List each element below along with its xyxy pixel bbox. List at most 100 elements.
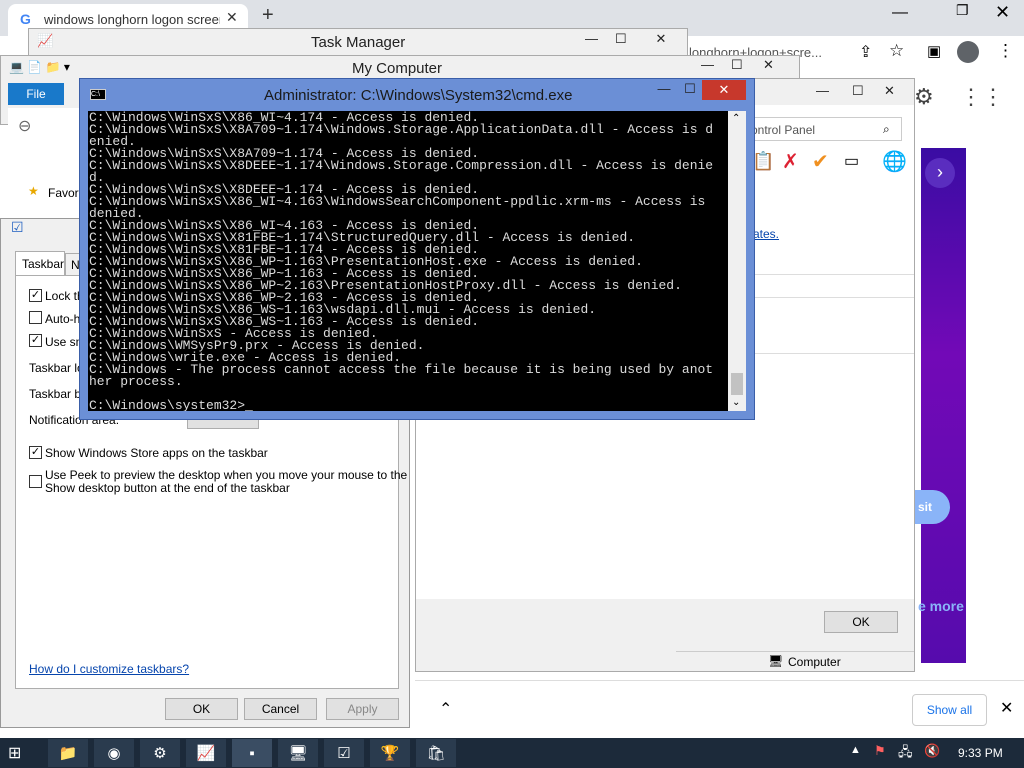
close-icon[interactable]: ✕ — [995, 2, 1010, 23]
mc-minimize-icon[interactable]: — — [701, 57, 714, 72]
computer-label: Computer — [788, 655, 841, 669]
star-icon: ★ — [28, 184, 39, 198]
minimize-icon[interactable]: — — [892, 4, 908, 22]
tm-minimize-icon[interactable]: — — [585, 31, 598, 46]
updates-link[interactable]: ates. — [753, 227, 779, 241]
tab-taskbar-label: Taskbar — [22, 257, 65, 271]
network-icon[interactable]: 🖧 — [898, 743, 913, 765]
apply-button[interactable]: Apply — [326, 698, 399, 720]
cmd-window: C:\ Administrator: C:\Windows\System32\c… — [79, 78, 755, 420]
auto-hide-checkbox[interactable] — [29, 311, 42, 324]
peek-label-line2: Show desktop button at the end of the ta… — [45, 481, 290, 495]
restore-icon[interactable]: ❐ — [956, 2, 969, 19]
cp-toolbar: 📋 ✗ ✔ ▭ 🌐 — [746, 149, 916, 179]
ok-label: OK — [192, 702, 211, 716]
system-tray: ▲ ⚑ 🖧 🔇 9:33 PM — [850, 742, 1024, 766]
visit-label: sit — [918, 500, 933, 514]
chrome-icon[interactable]: ◉ — [94, 739, 134, 767]
new-tab-button[interactable]: + — [262, 4, 274, 27]
store-apps-checkbox[interactable]: ✓ — [29, 446, 42, 459]
peek-label-line1: Use Peek to preview the desktop when you… — [45, 468, 408, 482]
dialog-check-icon: ☑ — [11, 219, 24, 235]
help-link[interactable]: How do I customize taskbars? — [29, 662, 189, 676]
cp-close-icon[interactable]: ✕ — [884, 83, 895, 99]
cmd-maximize-icon[interactable]: ☐ — [678, 81, 702, 97]
store-icon[interactable]: 🛍 — [416, 739, 456, 767]
cp-search-placeholder: ontrol Panel — [751, 123, 816, 137]
bookmark-star-icon[interactable]: ☆ — [889, 41, 904, 61]
back-icon[interactable]: ⊖ — [18, 116, 31, 136]
cmd-line: C:\Windows\WinSxS\X8DEEE~1.174\Windows.S… — [89, 158, 714, 173]
show-all-button[interactable]: Show all — [912, 694, 987, 726]
next-arrow-icon[interactable]: › — [925, 158, 955, 188]
chevron-up-icon[interactable]: ⌃ — [439, 699, 452, 719]
cmd-scrollbar[interactable]: ⌃ ⌄ — [728, 111, 746, 411]
cancel-button[interactable]: Cancel — [244, 698, 317, 720]
cmd-window-icon: C:\ — [90, 89, 106, 100]
scroll-down-icon[interactable]: ⌄ — [732, 397, 740, 408]
profile-avatar-icon[interactable] — [957, 41, 979, 63]
mc-close-icon[interactable]: ✕ — [763, 57, 774, 73]
scroll-up-icon[interactable]: ⌃ — [732, 113, 740, 124]
cmd-line: her process. — [89, 374, 183, 389]
globe-icon[interactable]: 🌐 — [882, 149, 907, 174]
clipboard-icon[interactable]: 📋 — [752, 151, 774, 172]
file-tab[interactable]: File — [8, 83, 64, 105]
task-manager-icon[interactable]: 📈 — [186, 739, 226, 767]
cmd-icon[interactable]: ▪ — [232, 739, 272, 767]
sidebar-icon[interactable]: ▣ — [927, 42, 941, 60]
share-icon[interactable]: ⇪ — [859, 42, 872, 62]
apply-label: Apply — [347, 702, 378, 716]
trophy-icon[interactable]: 🏆 — [370, 739, 410, 767]
favorites-label[interactable]: Favor — [48, 186, 79, 200]
show-all-label: Show all — [926, 703, 973, 717]
tab-title: windows longhorn logon screen — [44, 12, 220, 27]
checklist-icon[interactable]: ☑ — [324, 739, 364, 767]
visit-button[interactable]: sit — [912, 490, 950, 524]
file-explorer-icon[interactable]: 📁 — [48, 739, 88, 767]
settings-icon[interactable]: ⚙ — [140, 739, 180, 767]
tab-close-icon[interactable]: ✕ — [226, 9, 238, 26]
action-center-icon[interactable]: ⚑ — [874, 743, 886, 759]
properties-icon[interactable]: ▭ — [844, 151, 859, 171]
delete-x-icon[interactable]: ✗ — [782, 149, 799, 174]
peek-checkbox[interactable] — [29, 475, 42, 488]
apps-grid-icon[interactable]: ⋮⋮ — [960, 84, 1004, 110]
lock-taskbar-label: Lock th — [45, 289, 84, 303]
start-button-icon[interactable]: ⊞ — [8, 743, 21, 763]
chrome-menu-icon[interactable]: ⋮ — [997, 41, 1014, 61]
cmd-line: C:\Windows\WinSxS\X8A709~1.174\Windows.S… — [89, 122, 714, 137]
cmd-console[interactable]: C:\Windows\WinSxS\X86_WI~4.174 - Access … — [88, 111, 728, 411]
store-apps-label: Show Windows Store apps on the taskbar — [45, 446, 268, 460]
see-more-link[interactable]: e more — [918, 598, 964, 614]
google-g-icon: G — [20, 11, 31, 27]
mc-maximize-icon[interactable]: ☐ — [731, 57, 743, 73]
checkmark-icon[interactable]: ✔ — [812, 149, 829, 174]
task-manager-window: 📈 Task Manager — ☐ ✕ — [28, 28, 688, 58]
cmd-close-icon[interactable]: ✕ — [702, 80, 746, 100]
cp-ok-label: OK — [852, 615, 870, 629]
download-bar-close-icon[interactable]: ✕ — [1000, 698, 1013, 718]
my-computer-title: My Computer — [352, 60, 443, 77]
small-buttons-checkbox[interactable]: ✓ — [29, 334, 42, 347]
cp-ok-button[interactable]: OK — [824, 611, 898, 633]
cmd-minimize-icon[interactable]: — — [652, 81, 676, 96]
cp-minimize-icon[interactable]: — — [816, 83, 829, 98]
search-icon: ⌕ — [883, 122, 890, 136]
tm-maximize-icon[interactable]: ☐ — [615, 31, 627, 47]
lock-taskbar-checkbox[interactable]: ✓ — [29, 289, 42, 302]
clock[interactable]: 9:33 PM — [958, 746, 1003, 760]
settings-gear-icon[interactable]: ⚙ — [914, 84, 934, 110]
tray-chevron-icon[interactable]: ▲ — [850, 744, 861, 756]
tab-taskbar[interactable]: Taskbar — [15, 251, 65, 275]
cp-search-box[interactable]: ontrol Panel ⌕ — [746, 117, 902, 141]
cp-maximize-icon[interactable]: ☐ — [852, 83, 864, 99]
task-manager-icon: 📈 — [37, 33, 54, 48]
cp-statusbar: 🖥 Computer — [676, 651, 914, 671]
volume-muted-icon[interactable]: 🔇 — [924, 743, 940, 759]
quick-access-icons: 💻 📄 📁 ▾ — [9, 60, 70, 74]
control-panel-icon[interactable]: 🖥 — [278, 739, 318, 767]
scroll-thumb[interactable] — [731, 373, 743, 395]
ok-button[interactable]: OK — [165, 698, 238, 720]
tm-close-icon[interactable]: ✕ — [641, 31, 681, 47]
